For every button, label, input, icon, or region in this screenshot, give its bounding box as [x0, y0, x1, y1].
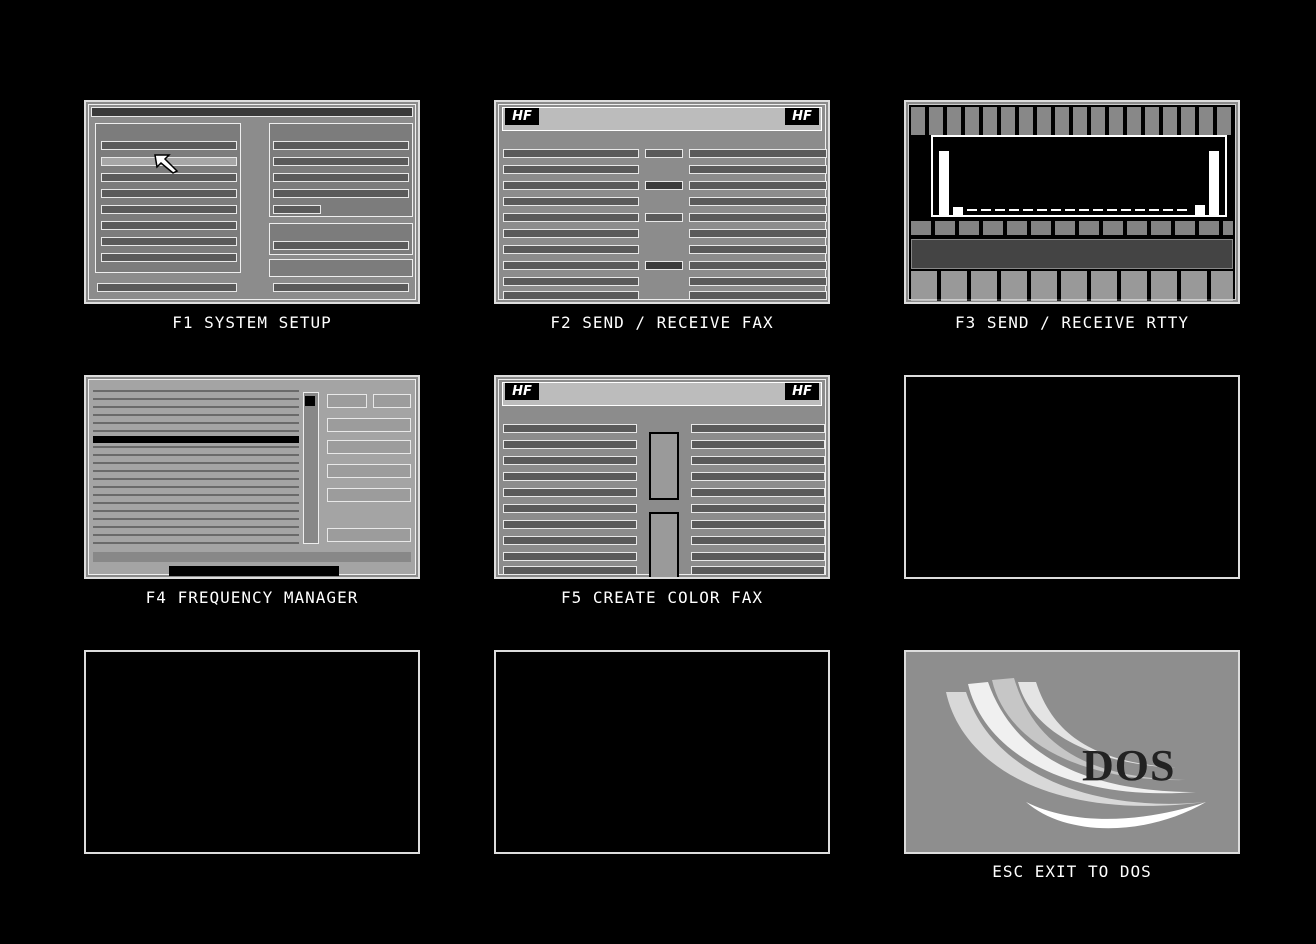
f5-create-color-fax-tile[interactable]: HF HF: [494, 375, 830, 579]
f3-send-receive-rtty-tile[interactable]: [904, 100, 1240, 304]
f1-right-panel: [269, 123, 413, 217]
f5-logo-right: HF: [785, 383, 819, 400]
f1-thumbnail: [88, 104, 416, 300]
f2-thumbnail: HF HF: [498, 104, 827, 300]
f2-label[interactable]: F2 SEND / RECEIVE FAX: [462, 313, 862, 332]
f2-logo-right: HF: [785, 108, 819, 125]
empty-slot-row3-col1: [84, 650, 420, 854]
f3-spectrum-window: [931, 135, 1227, 217]
f1-title-bar: [91, 107, 413, 117]
f4-selected-row: [93, 436, 299, 443]
empty-slot-row2-col3: [904, 375, 1240, 579]
empty-slot-row3-col2: [494, 650, 830, 854]
mouse-pointer-icon: [154, 154, 179, 174]
f2-logo-left: HF: [505, 108, 539, 125]
f5-thumbnail: HF HF: [498, 379, 826, 577]
dos-logo-text: DOS: [1082, 741, 1176, 790]
esc-exit-to-dos-tile[interactable]: DOS: [904, 650, 1240, 854]
f4-thumbnail: [88, 379, 416, 576]
f3-thumbnail: [908, 104, 1236, 301]
f3-label[interactable]: F3 SEND / RECEIVE RTTY: [872, 313, 1272, 332]
f5-label[interactable]: F5 CREATE COLOR FAX: [462, 588, 862, 607]
f5-logo-left: HF: [505, 383, 539, 400]
f4-frequency-list: [93, 384, 299, 548]
f1-label[interactable]: F1 SYSTEM SETUP: [52, 313, 452, 332]
f5-slider-bottom: [649, 512, 679, 577]
f1-system-setup-tile[interactable]: [84, 100, 420, 304]
f4-label[interactable]: F4 FREQUENCY MANAGER: [52, 588, 452, 607]
esc-label[interactable]: ESC EXIT TO DOS: [872, 862, 1272, 881]
f4-frequency-manager-tile[interactable]: [84, 375, 420, 579]
f5-slider-top: [649, 432, 679, 500]
f2-header-banner: [502, 107, 822, 131]
f5-header-banner: [502, 382, 822, 406]
dos-swoosh-logo-icon: [946, 678, 1206, 829]
f2-send-receive-fax-tile[interactable]: HF HF: [494, 100, 830, 304]
